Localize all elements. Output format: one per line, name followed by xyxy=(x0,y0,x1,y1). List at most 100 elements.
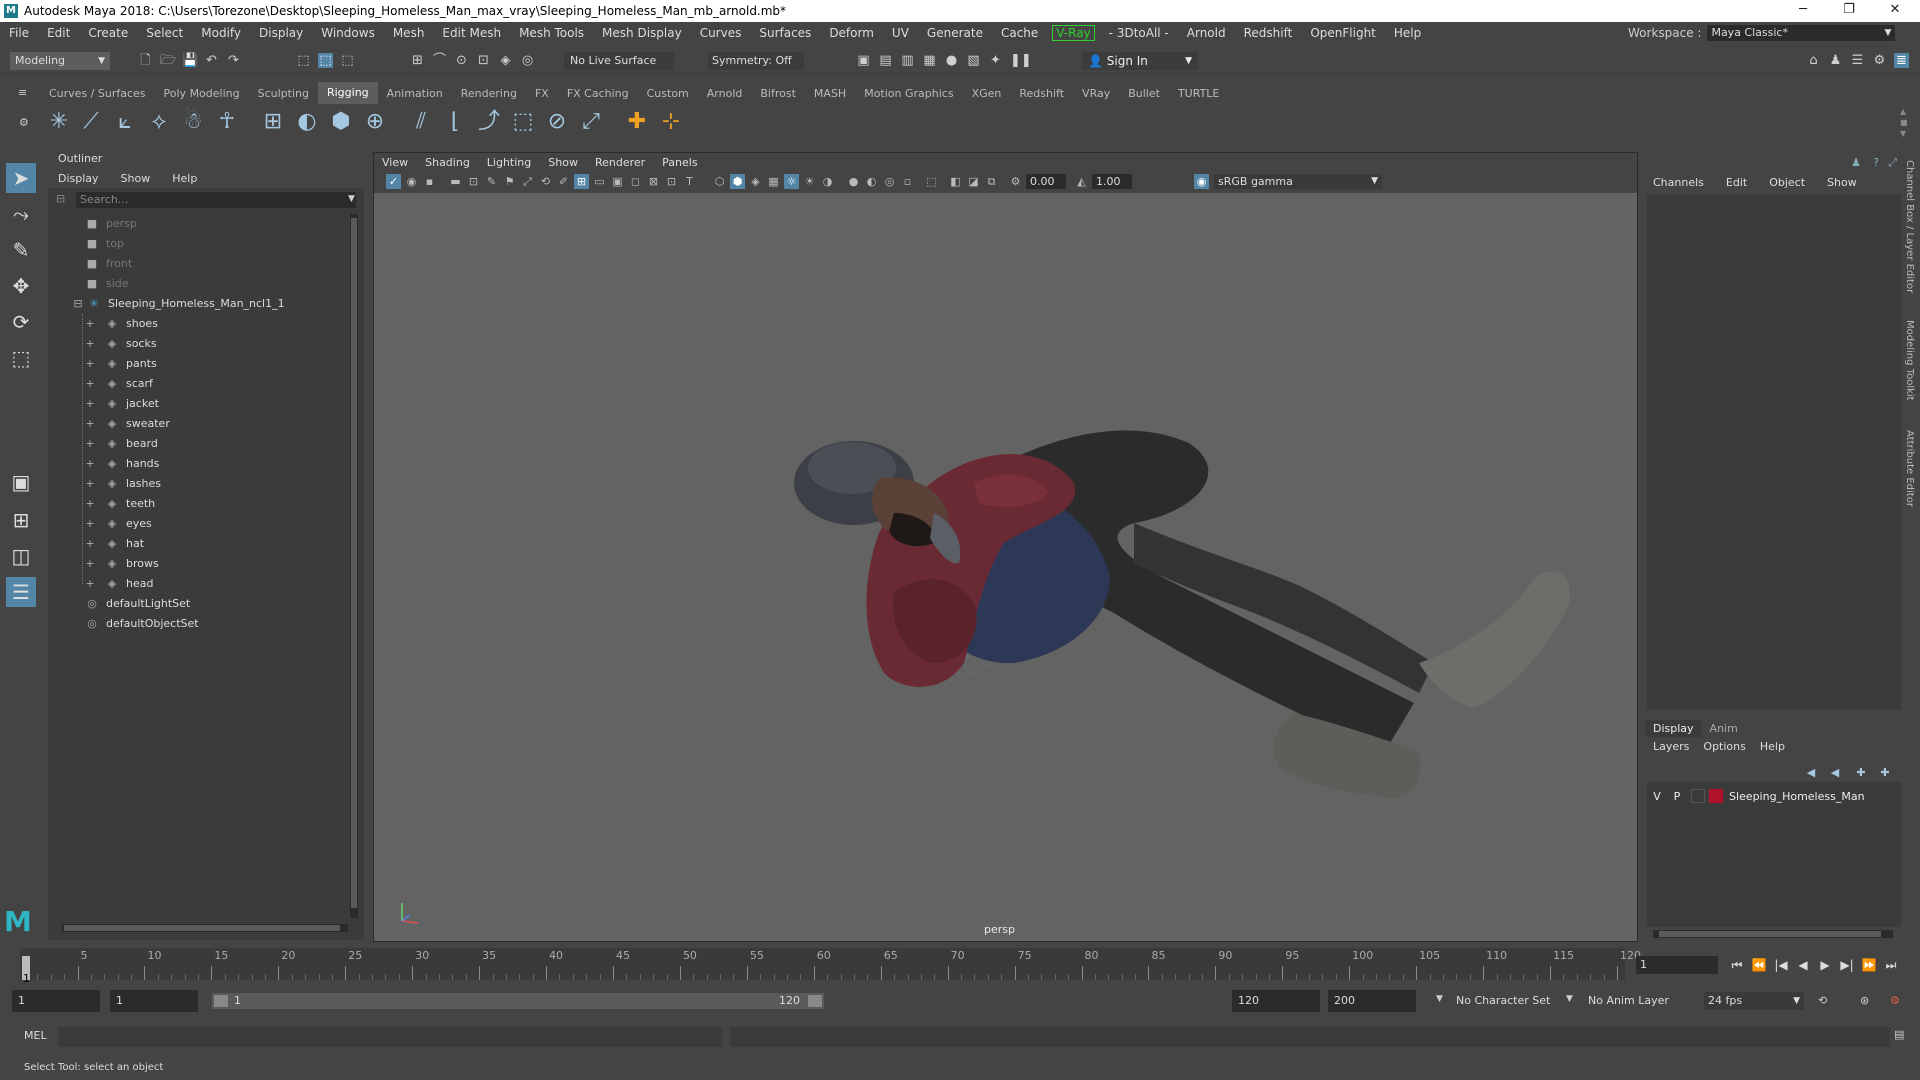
expand-icon[interactable]: + xyxy=(82,514,98,534)
menu-arnold[interactable]: Arnold xyxy=(1178,26,1235,40)
gamma-field[interactable]: 1.00 xyxy=(1092,174,1132,189)
menu-set-dropdown[interactable]: Modeling ▼ xyxy=(10,52,110,70)
exposure-field[interactable]: 0.00 xyxy=(1026,174,1066,189)
safe-action-icon[interactable]: ⊡ xyxy=(664,174,679,189)
snap-icon[interactable]: ⤢ xyxy=(520,174,535,189)
four-view-icon[interactable]: ⊞ xyxy=(6,505,36,535)
xray-active-icon[interactable]: ◧ xyxy=(948,174,963,189)
range-start-handle[interactable] xyxy=(214,995,228,1007)
layer-menu-options[interactable]: Options xyxy=(1703,740,1745,753)
render-view-icon[interactable]: ▣ xyxy=(856,53,871,68)
side-tab-modeling-toolkit[interactable]: Modeling Toolkit xyxy=(1904,320,1915,401)
image-plane-icon[interactable]: ▬ xyxy=(448,174,463,189)
layer-color-swatch[interactable] xyxy=(1709,789,1723,803)
layer-display-type-toggle[interactable] xyxy=(1691,789,1705,803)
viewport-menu-lighting[interactable]: Lighting xyxy=(487,156,531,169)
filter-icon[interactable]: ⊟ xyxy=(56,192,65,205)
outliner-horizontal-scrollbar[interactable] xyxy=(62,924,348,932)
minimize-button[interactable]: ─ xyxy=(1780,0,1826,22)
channel-box-icon[interactable]: ≣ xyxy=(1894,53,1909,68)
shelf-tab-rendering[interactable]: Rendering xyxy=(452,87,526,100)
outliner-item-hat[interactable]: + ◈ hat xyxy=(82,534,144,554)
attribute-editor-icon[interactable]: ☰ xyxy=(1850,53,1865,68)
ipr-render-icon[interactable]: ▥ xyxy=(900,53,915,68)
aim-constraint-icon[interactable]: ⤢ xyxy=(578,108,604,136)
menu-modify[interactable]: Modify xyxy=(192,26,250,40)
menu-openflight[interactable]: OpenFlight xyxy=(1301,26,1385,40)
anim-layer-dropdown[interactable]: No Anim Layer xyxy=(1584,992,1684,1010)
expand-icon[interactable]: + xyxy=(82,554,98,574)
shadows-icon[interactable]: ☀ xyxy=(802,174,817,189)
hypershade-icon[interactable]: ● xyxy=(944,53,959,68)
current-frame-field[interactable]: 1 xyxy=(1636,956,1718,974)
viewport-panel[interactable]: View Shading Lighting Show Renderer Pane… xyxy=(373,152,1638,942)
save-scene-icon[interactable]: 💾 xyxy=(182,53,198,68)
character-set-chevron-icon[interactable]: ▼ xyxy=(1436,994,1443,1004)
loop-icon[interactable]: ⟲ xyxy=(1818,994,1827,1007)
expand-icon[interactable]: + xyxy=(82,334,98,354)
smooth-shade-icon[interactable]: ⬢ xyxy=(730,174,745,189)
play-forwards-icon[interactable]: ▶ xyxy=(1816,956,1834,974)
outliner-item-socks[interactable]: + ◈ socks xyxy=(82,334,156,354)
menu-help[interactable]: Help xyxy=(1385,26,1430,40)
paint-select-icon[interactable]: ✎ xyxy=(6,235,36,265)
layer-menu-layers[interactable]: Layers xyxy=(1653,740,1689,753)
gate-mask-icon[interactable]: ◻ xyxy=(628,174,643,189)
character-model[interactable] xyxy=(794,430,1570,798)
auto-key-icon[interactable]: ⊛ xyxy=(1860,994,1869,1007)
time-slider-track[interactable]: 5 10 15 20 25 30 35 40 45 50 55 60 65 70 75 80 85 90 95 100… xyxy=(20,948,1641,985)
shelf-scroll-icon[interactable]: ▲ ■ ▼ xyxy=(1900,106,1908,139)
live-surface-field[interactable]: No Live Surface xyxy=(564,52,674,70)
screen-space-ao-icon[interactable]: ◑ xyxy=(820,174,835,189)
float-panel-icon[interactable]: ⤢ xyxy=(1888,156,1897,170)
shelf-tab-vray[interactable]: VRay xyxy=(1073,87,1119,100)
shelf-tab-fx[interactable]: FX xyxy=(526,87,558,100)
select-object-icon[interactable]: ⬚ xyxy=(318,53,333,68)
shelf-menu-icon[interactable]: ≡ xyxy=(18,86,27,99)
layer-playback-toggle[interactable]: P xyxy=(1667,790,1687,803)
layer-visibility-toggle[interactable]: V xyxy=(1647,790,1667,803)
outliner-menu-display[interactable]: Display xyxy=(58,172,99,185)
arnold-render-icon[interactable]: ▧ xyxy=(966,53,981,68)
expand-icon[interactable]: + xyxy=(82,534,98,554)
open-scene-icon[interactable]: 🗁 xyxy=(160,53,176,68)
current-frame-marker[interactable]: 1 xyxy=(22,956,30,985)
animation-end-field[interactable]: 200 xyxy=(1328,990,1416,1012)
scale-tool-icon[interactable]: ⬚ xyxy=(6,343,36,373)
resolution-gate-icon[interactable]: ▣ xyxy=(610,174,625,189)
ik-spline-icon[interactable]: ⟀ xyxy=(112,108,138,136)
outliner-item-sweater[interactable]: + ◈ sweater xyxy=(82,414,169,434)
scale-constraint-icon[interactable]: ⊘ xyxy=(544,108,570,136)
expand-icon[interactable]: + xyxy=(82,394,98,414)
menu-cache[interactable]: Cache xyxy=(992,26,1047,40)
render-frame-icon[interactable]: ▤ xyxy=(878,53,893,68)
wireframe-on-shaded-icon[interactable]: ◈ xyxy=(748,174,763,189)
layer-horizontal-scrollbar[interactable] xyxy=(1653,930,1893,938)
playback-end-field[interactable]: 120 xyxy=(1232,990,1320,1012)
menu-uv[interactable]: UV xyxy=(883,26,918,40)
expand-icon[interactable]: + xyxy=(82,434,98,454)
scrollbar-thumb[interactable] xyxy=(64,925,340,931)
arnold-ipr-icon[interactable]: ✦ xyxy=(988,53,1003,68)
animation-start-field[interactable]: 1 xyxy=(12,990,100,1012)
step-forward-frame-icon[interactable]: ⏩ xyxy=(1860,956,1878,974)
exposure-icon[interactable]: ⚙ xyxy=(1008,174,1023,189)
modeling-toolkit-icon[interactable]: ⌂ xyxy=(1806,53,1821,68)
color-space-dropdown[interactable]: sRGB gamma ▼ xyxy=(1214,174,1382,189)
character-set-dropdown[interactable]: No Character Set xyxy=(1452,992,1570,1010)
outliner-item-side[interactable]: ■ side xyxy=(84,274,129,294)
snap-surface-icon[interactable]: ◈ xyxy=(498,53,513,68)
step-forward-key-icon[interactable]: ▶| xyxy=(1838,956,1856,974)
orient-constraint-icon[interactable]: ⌊ xyxy=(442,108,468,136)
shelf-tab-motion-graphics[interactable]: Motion Graphics xyxy=(855,87,962,100)
tag-icon[interactable]: ⚑ xyxy=(502,174,517,189)
channel-menu-object[interactable]: Object xyxy=(1769,176,1805,189)
hud-icon[interactable]: ⧉ xyxy=(984,174,999,189)
snap-grid-icon[interactable]: ⊞ xyxy=(410,53,425,68)
menu-deform[interactable]: Deform xyxy=(820,26,883,40)
bind-skin-icon[interactable]: ⊞ xyxy=(260,108,286,136)
workspace-dropdown[interactable]: Maya Classic* ▼ xyxy=(1707,25,1896,41)
outliner-menu-help[interactable]: Help xyxy=(172,172,197,185)
viewport-menu-shading[interactable]: Shading xyxy=(425,156,470,169)
symmetry-dropdown[interactable]: Symmetry: Off xyxy=(708,52,804,70)
